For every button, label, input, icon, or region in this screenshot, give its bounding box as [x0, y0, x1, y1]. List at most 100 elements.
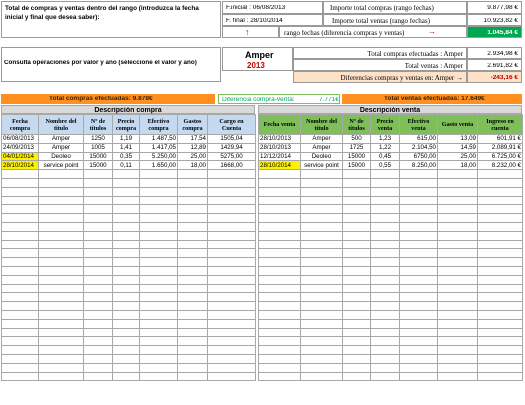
venta-empty-cell[interactable] [370, 248, 400, 259]
consulta-year-select[interactable]: 2013 [247, 62, 265, 70]
compra-empty-cell[interactable] [83, 239, 113, 250]
venta-empty-cell[interactable] [342, 362, 371, 373]
venta-empty-cell[interactable] [342, 186, 371, 197]
compra-empty-cell[interactable] [207, 239, 256, 250]
compra-empty-cell[interactable] [83, 230, 113, 241]
compra-empty-cell[interactable] [38, 327, 84, 338]
compra-empty-cell[interactable] [139, 309, 178, 320]
venta-empty-cell[interactable] [342, 292, 371, 303]
venta-empty-cell[interactable] [399, 213, 438, 223]
venta-empty-cell[interactable] [258, 239, 301, 250]
compra-empty-cell[interactable] [83, 213, 113, 223]
compra-cell[interactable]: Amper [38, 142, 84, 153]
venta-empty-cell[interactable] [300, 195, 343, 206]
compra-empty-cell[interactable] [1, 318, 39, 329]
compra-empty-cell[interactable] [38, 221, 84, 232]
compra-empty-cell[interactable] [38, 177, 84, 188]
compra-cell[interactable]: 1250 [83, 134, 113, 144]
compra-empty-cell[interactable] [1, 204, 39, 215]
compra-empty-cell[interactable] [177, 195, 208, 206]
compra-empty-cell[interactable] [207, 318, 256, 329]
compra-empty-cell[interactable] [177, 371, 208, 382]
compra-empty-cell[interactable] [207, 362, 256, 373]
compra-cell[interactable]: 5.250,00 [139, 151, 178, 162]
compra-empty-cell[interactable] [83, 362, 113, 373]
compra-empty-cell[interactable] [112, 345, 140, 355]
venta-cell[interactable]: service point [300, 160, 343, 171]
consulta-value-select[interactable]: Amper [245, 51, 274, 60]
compra-empty-cell[interactable] [1, 195, 39, 206]
venta-empty-cell[interactable] [342, 283, 371, 294]
venta-empty-cell[interactable] [342, 318, 371, 329]
venta-cell[interactable]: 25,00 [437, 151, 478, 162]
venta-empty-cell[interactable] [477, 169, 523, 179]
compra-cell[interactable]: 0,11 [112, 160, 140, 171]
venta-empty-cell[interactable] [342, 239, 371, 250]
fecha-inicial-cell[interactable]: F.inicial : 06/08/2013 [222, 1, 323, 14]
venta-cell[interactable]: 28/10/2013 [258, 142, 301, 153]
venta-empty-cell[interactable] [437, 336, 478, 347]
compra-empty-cell[interactable] [139, 265, 178, 276]
venta-empty-cell[interactable] [300, 186, 343, 197]
venta-empty-cell[interactable] [342, 345, 371, 355]
venta-empty-cell[interactable] [477, 230, 523, 241]
venta-empty-cell[interactable] [258, 292, 301, 303]
venta-cell[interactable]: 6.725,00 € [477, 151, 523, 162]
venta-empty-cell[interactable] [477, 362, 523, 373]
compra-empty-cell[interactable] [112, 221, 140, 232]
venta-empty-cell[interactable] [300, 248, 343, 259]
compra-empty-cell[interactable] [177, 248, 208, 259]
compra-empty-cell[interactable] [139, 230, 178, 241]
compra-empty-cell[interactable] [112, 177, 140, 188]
venta-empty-cell[interactable] [477, 371, 523, 382]
venta-empty-cell[interactable] [477, 318, 523, 329]
compra-empty-cell[interactable] [139, 327, 178, 338]
compra-cell[interactable]: 1505,04 [207, 134, 256, 144]
compra-empty-cell[interactable] [207, 353, 256, 364]
compra-empty-cell[interactable] [207, 248, 256, 259]
compra-empty-cell[interactable] [177, 318, 208, 329]
venta-empty-cell[interactable] [477, 274, 523, 285]
venta-empty-cell[interactable] [437, 230, 478, 241]
venta-empty-cell[interactable] [300, 257, 343, 267]
venta-cell[interactable]: 12/12/2014 [258, 151, 301, 162]
venta-empty-cell[interactable] [437, 257, 478, 267]
venta-empty-cell[interactable] [437, 204, 478, 215]
venta-empty-cell[interactable] [258, 318, 301, 329]
compra-empty-cell[interactable] [38, 309, 84, 320]
compra-empty-cell[interactable] [83, 169, 113, 179]
compra-cell[interactable]: 1668,00 [207, 160, 256, 171]
venta-cell[interactable]: 1725 [342, 142, 371, 153]
compra-empty-cell[interactable] [38, 204, 84, 215]
venta-cell[interactable]: 6750,00 [399, 151, 438, 162]
venta-empty-cell[interactable] [258, 195, 301, 206]
compra-empty-cell[interactable] [112, 362, 140, 373]
compra-empty-cell[interactable] [177, 221, 208, 232]
compra-empty-cell[interactable] [1, 248, 39, 259]
compra-empty-cell[interactable] [38, 283, 84, 294]
compra-cell[interactable]: 24/09/2013 [1, 142, 39, 153]
compra-empty-cell[interactable] [112, 318, 140, 329]
compra-cell[interactable]: 12,89 [177, 142, 208, 153]
compra-cell[interactable]: 1.487,50 [139, 134, 178, 144]
compra-empty-cell[interactable] [207, 371, 256, 382]
venta-cell[interactable]: 8.232,00 € [477, 160, 523, 171]
venta-empty-cell[interactable] [370, 309, 400, 320]
venta-empty-cell[interactable] [370, 265, 400, 276]
compra-empty-cell[interactable] [139, 248, 178, 259]
compra-empty-cell[interactable] [38, 362, 84, 373]
compra-empty-cell[interactable] [38, 292, 84, 303]
compra-empty-cell[interactable] [1, 257, 39, 267]
compra-empty-cell[interactable] [139, 345, 178, 355]
compra-empty-cell[interactable] [1, 353, 39, 364]
compra-empty-cell[interactable] [139, 292, 178, 303]
compra-empty-cell[interactable] [38, 257, 84, 267]
fecha-final-cell[interactable]: F. final : 28/10/2014 [222, 14, 323, 26]
venta-empty-cell[interactable] [258, 204, 301, 215]
venta-empty-cell[interactable] [258, 257, 301, 267]
venta-cell[interactable]: 13,09 [437, 134, 478, 144]
compra-empty-cell[interactable] [177, 257, 208, 267]
venta-cell[interactable]: 1,22 [370, 142, 400, 153]
venta-empty-cell[interactable] [477, 257, 523, 267]
venta-empty-cell[interactable] [300, 265, 343, 276]
